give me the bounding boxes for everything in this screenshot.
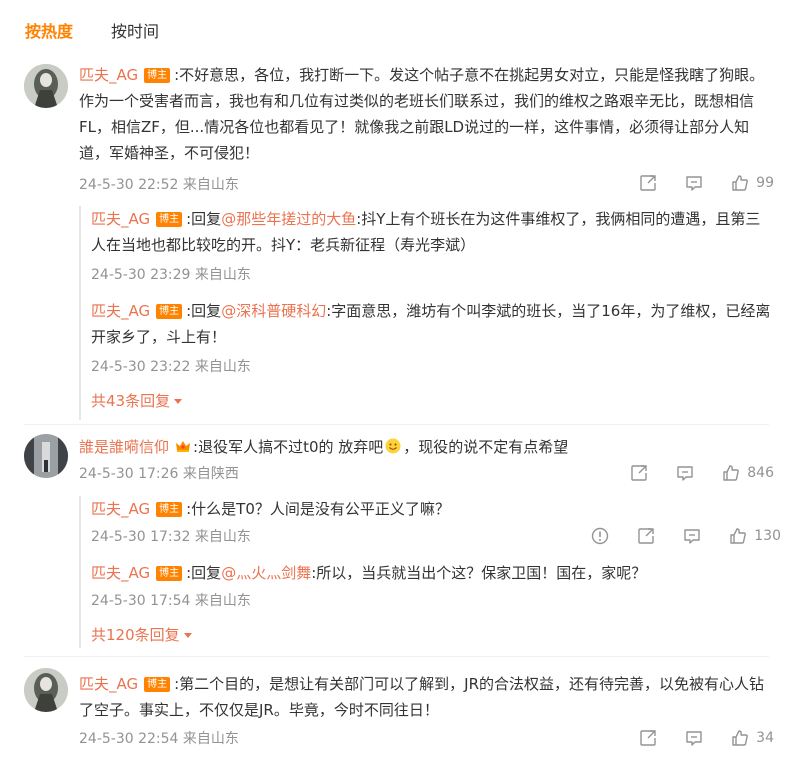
reply-prefix: :回复: [186, 210, 222, 228]
avatar[interactable]: [24, 64, 68, 108]
more-replies-link[interactable]: 共43条回复: [91, 390, 183, 411]
reply-meta: 24-5-30 17:54 来自山东: [91, 593, 251, 609]
share-button[interactable]: [629, 463, 649, 483]
comment-button[interactable]: [684, 728, 704, 748]
more-replies-link[interactable]: 共120条回复: [91, 624, 192, 645]
username[interactable]: 匹夫_AG: [91, 564, 150, 582]
comment-text: 誰是誰嗬信仰 :退役军人搞不过t0的 放弃吧 ，现役的说不定有点希望: [79, 434, 769, 460]
like-icon: [732, 175, 749, 191]
username[interactable]: 匹夫_AG: [91, 302, 150, 320]
reply-prefix: :回复: [186, 564, 222, 582]
blogger-badge: 博主: [156, 212, 183, 227]
crown-icon: [176, 441, 191, 452]
mention-link[interactable]: @深科普硬科幻: [221, 302, 326, 320]
comment-meta: 24-5-30 22:52 来自山东: [79, 177, 239, 193]
like-count: 130: [754, 528, 781, 544]
like-button[interactable]: 34: [730, 728, 774, 748]
mention-link[interactable]: @灬火灬剑舞: [221, 564, 311, 582]
mention-link[interactable]: @那些年搓过的大鱼: [221, 210, 356, 228]
reply-item: 匹夫_AG 博主:回复@灬火灬剑舞:所以，当兵就当出个这？保家卫国！国在，家呢？ …: [91, 560, 771, 612]
like-button[interactable]: 99: [730, 173, 774, 193]
share-icon: [640, 730, 656, 746]
username[interactable]: 匹夫_AG: [91, 500, 150, 518]
divider: [24, 656, 769, 657]
like-icon: [723, 465, 740, 481]
share-button[interactable]: [636, 526, 656, 546]
comment-actions: 34: [612, 728, 774, 748]
share-button[interactable]: [638, 728, 658, 748]
comment-text: 匹夫_AG 博主:第二个目的，是想让有关部门可以了解到，JR的合法权益，还有待完善…: [79, 671, 769, 723]
caret-down-icon: [174, 399, 183, 404]
username[interactable]: 匹夫_AG: [79, 675, 138, 693]
reply-prefix: :回复: [186, 302, 222, 320]
share-icon: [640, 175, 656, 191]
report-button[interactable]: [590, 526, 610, 546]
blogger-badge: 博主: [144, 68, 171, 83]
reply-thread: 匹夫_AG 博主:什么是T0？人间是没有公平正义了嘛？ 24-5-30 17:32…: [79, 496, 781, 648]
reply-text: 匹夫_AG 博主:回复@灬火灬剑舞:所以，当兵就当出个这？保家卫国！国在，家呢？: [91, 560, 771, 586]
username[interactable]: 匹夫_AG: [79, 66, 138, 84]
avatar[interactable]: [24, 434, 68, 478]
comment-content-tail: ，现役的说不定有点希望: [403, 438, 569, 456]
comment-content: :第二个目的，是想让有关部门可以了解到，JR的合法权益，还有待完善，以免被有心人…: [79, 675, 765, 719]
reply-content: :什么是T0？人间是没有公平正义了嘛？: [186, 500, 450, 518]
comment-text: 匹夫_AG 博主:不好意思，各位，我打断一下。发这个帖子意不在挑起男女对立，只能是…: [79, 62, 769, 166]
caret-down-icon: [183, 633, 192, 638]
comment-button[interactable]: [684, 173, 704, 193]
like-button[interactable]: 130: [728, 526, 781, 546]
reply-actions: 130: [564, 526, 781, 546]
avatar-image: [24, 434, 68, 478]
more-replies-label: 共43条回复: [91, 392, 171, 410]
comment-body: 匹夫_AG 博主:不好意思，各位，我打断一下。发这个帖子意不在挑起男女对立，只能是…: [79, 62, 769, 166]
reply-content: :所以，当兵就当出个这？保家卫国！国在，家呢？: [311, 564, 647, 582]
sort-tabs: 按热度 按时间: [25, 20, 197, 44]
comment-icon: [686, 176, 702, 191]
comment-icon: [684, 529, 700, 544]
comment-content: :不好意思，各位，我打断一下。发这个帖子意不在挑起男女对立，只能是怪我瞎了狗眼。…: [79, 66, 765, 162]
blogger-badge: 博主: [156, 304, 183, 319]
username[interactable]: 誰是誰嗬信仰: [79, 438, 169, 456]
reply-text: 匹夫_AG 博主:什么是T0？人间是没有公平正义了嘛？: [91, 496, 771, 522]
comment-body: 誰是誰嗬信仰 :退役军人搞不过t0的 放弃吧 ，现役的说不定有点希望: [79, 434, 769, 460]
reply-item: 匹夫_AG 博主:回复@深科普硬科幻:字面意思，潍坊有个叫李斌的班长，当了16年，…: [91, 298, 771, 378]
comment-actions: 99: [612, 173, 774, 193]
comment-actions: 846: [603, 463, 774, 483]
blogger-badge: 博主: [144, 677, 171, 692]
like-count: 846: [747, 465, 774, 481]
comment-button[interactable]: [682, 526, 702, 546]
blogger-badge: 博主: [156, 566, 183, 581]
tab-by-time[interactable]: 按时间: [111, 20, 159, 44]
comment-content: :退役军人搞不过t0的 放弃吧: [193, 438, 384, 456]
reply-meta: 24-5-30 23:22 来自山东: [91, 359, 251, 375]
comment-meta: 24-5-30 22:54 来自山东: [79, 731, 239, 747]
like-count: 99: [756, 175, 774, 191]
more-replies-label: 共120条回复: [91, 626, 180, 644]
smile-emoji-icon: [385, 438, 401, 454]
comment-body: 匹夫_AG 博主:第二个目的，是想让有关部门可以了解到，JR的合法权益，还有待完善…: [79, 671, 769, 723]
comment-icon: [677, 466, 693, 481]
report-icon: [592, 527, 609, 545]
reply-item: 匹夫_AG 博主:回复@那些年搓过的大鱼:抖Y上有个班长在为这件事维权了，我俩相同…: [91, 206, 771, 286]
tab-by-hot[interactable]: 按热度: [25, 20, 73, 44]
username[interactable]: 匹夫_AG: [91, 210, 150, 228]
reply-text: 匹夫_AG 博主:回复@深科普硬科幻:字面意思，潍坊有个叫李斌的班长，当了16年，…: [91, 298, 771, 350]
reply-meta: 24-5-30 23:29 来自山东: [91, 267, 251, 283]
avatar[interactable]: [24, 668, 68, 712]
like-count: 34: [756, 730, 774, 746]
comment-meta: 24-5-30 17:26 来自陕西: [79, 466, 239, 482]
reply-thread: 匹夫_AG 博主:回复@那些年搓过的大鱼:抖Y上有个班长在为这件事维权了，我俩相同…: [79, 206, 781, 420]
comment-icon: [686, 731, 702, 746]
divider: [24, 424, 769, 425]
like-icon: [730, 528, 747, 544]
avatar-image: [24, 64, 68, 108]
reply-text: 匹夫_AG 博主:回复@那些年搓过的大鱼:抖Y上有个班长在为这件事维权了，我俩相同…: [91, 206, 771, 258]
comment-button[interactable]: [675, 463, 695, 483]
share-icon: [638, 528, 654, 544]
like-button[interactable]: 846: [721, 463, 774, 483]
share-icon: [631, 465, 647, 481]
avatar-image: [24, 668, 68, 712]
share-button[interactable]: [638, 173, 658, 193]
blogger-badge: 博主: [156, 502, 183, 517]
like-icon: [732, 730, 749, 746]
